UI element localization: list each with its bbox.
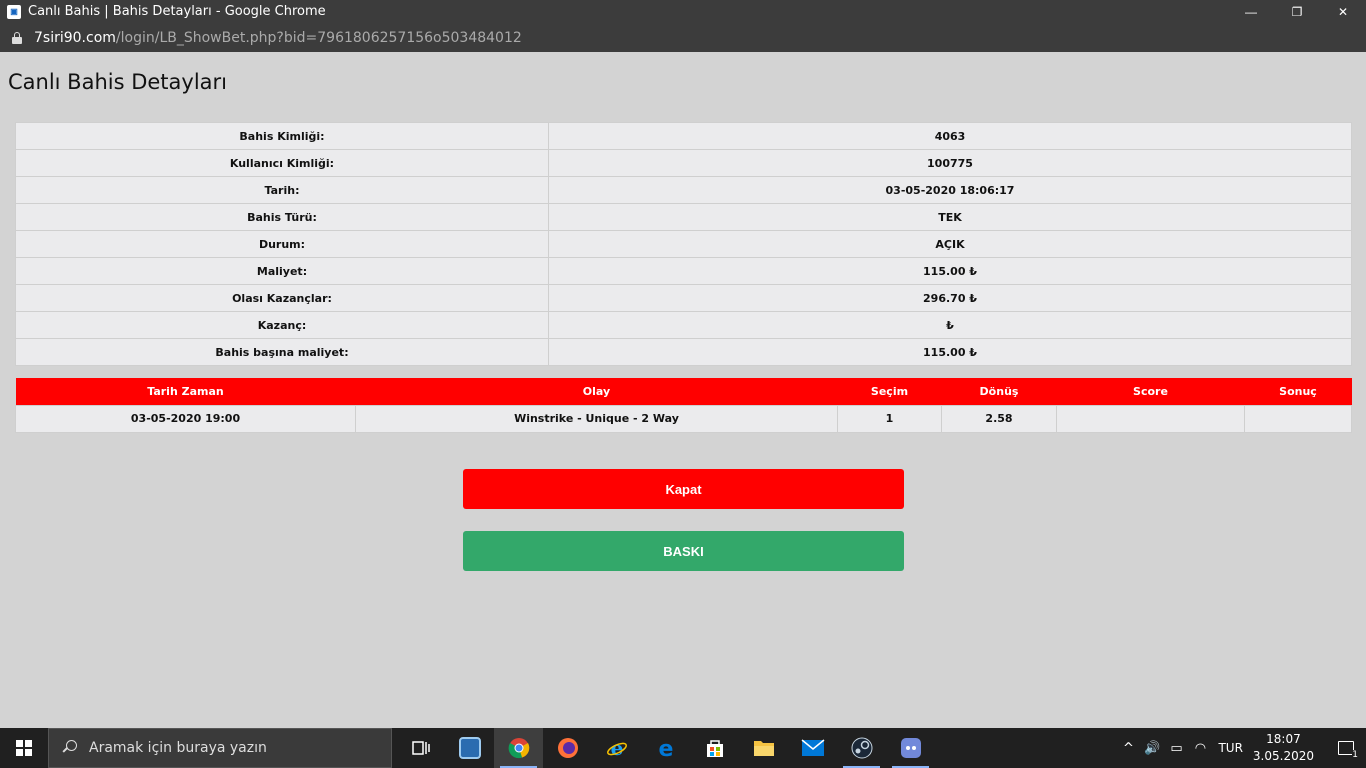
detail-row: Maliyet: 115.00 ₺ <box>15 257 1352 285</box>
page-title: Canlı Bahis Detayları <box>8 70 228 94</box>
print-button[interactable]: BASKI <box>463 531 904 571</box>
detail-label: Olası Kazançlar: <box>15 284 549 312</box>
detail-row: Kullanıcı Kimliği: 100775 <box>15 149 1352 177</box>
detail-row: Tarih: 03-05-2020 18:06:17 <box>15 176 1352 204</box>
detail-label: Bahis başına maliyet: <box>15 338 549 366</box>
detail-label: Bahis Türü: <box>15 203 549 231</box>
event-row: 03-05-2020 19:00 Winstrike - Unique - 2 W… <box>15 404 1352 433</box>
detail-row: Kazanç: ₺ <box>15 311 1352 339</box>
event-name: Winstrike - Unique - 2 Way <box>355 404 838 433</box>
clock-time: 18:07 <box>1266 732 1301 746</box>
window-title: Canlı Bahis | Bahis Detayları - Google C… <box>28 4 326 19</box>
minimize-button[interactable]: — <box>1228 0 1274 23</box>
header-sonuc: Sonuç <box>1244 378 1352 405</box>
event-score <box>1056 404 1245 433</box>
header-olay: Olay <box>355 378 838 405</box>
detail-value: 115.00 ₺ <box>548 338 1352 366</box>
detail-row: Bahis Türü: TEK <box>15 203 1352 231</box>
browser-title-bar: ▣ Canlı Bahis | Bahis Detayları - Google… <box>0 0 1366 23</box>
svg-text:e: e <box>658 737 673 759</box>
detail-row: Bahis Kimliği: 4063 <box>15 122 1352 150</box>
notification-center-icon[interactable]: 1 <box>1326 728 1366 768</box>
mail-icon[interactable] <box>788 728 837 768</box>
svg-text:e: e <box>610 737 623 759</box>
detail-label: Maliyet: <box>15 257 549 285</box>
header-score: Score <box>1056 378 1245 405</box>
search-icon <box>62 740 79 756</box>
bet-details-table: Bahis Kimliği: 4063 Kullanıcı Kimliği: 1007… <box>15 122 1352 366</box>
tray-overflow-chevron-icon[interactable]: ^ <box>1116 741 1140 756</box>
events-header-row: Tarih Zaman Olay Seçim Dönüş Score Sonuç <box>15 378 1352 405</box>
bet-events-table: Tarih Zaman Olay Seçim Dönüş Score Sonuç… <box>15 378 1352 433</box>
close-window-button[interactable]: ✕ <box>1320 0 1366 23</box>
detail-value: 115.00 ₺ <box>548 257 1352 285</box>
header-secim: Seçim <box>837 378 942 405</box>
taskbar: Aramak için buraya yazın e e ^ 🔊 ▭ ◠ TUR… <box>0 728 1366 768</box>
task-view-icon[interactable] <box>396 728 445 768</box>
volume-icon[interactable]: 🔊 <box>1140 741 1164 756</box>
detail-label: Durum: <box>15 230 549 258</box>
start-button[interactable] <box>0 728 48 768</box>
detail-row: Bahis başına maliyet: 115.00 ₺ <box>15 338 1352 366</box>
detail-label: Bahis Kimliği: <box>15 122 549 150</box>
clock-date: 3.05.2020 <box>1252 749 1314 763</box>
clock[interactable]: 18:07 3.05.2020 <box>1253 731 1314 765</box>
detail-row: Olası Kazançlar: 296.70 ₺ <box>15 284 1352 312</box>
event-selection: 1 <box>837 404 942 433</box>
steam-icon[interactable] <box>837 728 886 768</box>
edge-icon[interactable]: e <box>641 728 690 768</box>
url-text[interactable]: 7siri90.com/login/LB_ShowBet.php?bid=796… <box>34 30 522 46</box>
detail-value: 296.70 ₺ <box>548 284 1352 312</box>
taskbar-apps: e e <box>396 728 935 768</box>
detail-label: Kullanıcı Kimliği: <box>15 149 549 177</box>
detail-value: 100775 <box>548 149 1352 177</box>
windows-logo-icon <box>16 740 32 756</box>
wifi-icon[interactable]: ◠ <box>1188 741 1212 756</box>
detail-value: 03-05-2020 18:06:17 <box>548 176 1352 204</box>
detail-value: TEK <box>548 203 1352 231</box>
url-path: /login/LB_ShowBet.php?bid=7961806257156o… <box>115 29 522 46</box>
notification-count: 1 <box>1352 750 1358 760</box>
chrome-icon[interactable] <box>494 728 543 768</box>
outlook-icon[interactable] <box>445 728 494 768</box>
detail-value: 4063 <box>548 122 1352 150</box>
event-odds: 2.58 <box>941 404 1057 433</box>
event-datetime: 03-05-2020 19:00 <box>15 404 356 433</box>
event-result <box>1244 404 1352 433</box>
battery-icon[interactable]: ▭ <box>1164 741 1188 756</box>
internet-explorer-icon[interactable]: e <box>592 728 641 768</box>
lock-icon[interactable] <box>12 31 22 44</box>
discord-icon[interactable] <box>886 728 935 768</box>
language-indicator[interactable]: TUR <box>1218 741 1242 755</box>
detail-label: Kazanç: <box>15 311 549 339</box>
close-button[interactable]: Kapat <box>463 469 904 509</box>
window-controls: — ❐ ✕ <box>1228 0 1366 23</box>
url-host: 7siri90.com <box>34 29 116 46</box>
store-icon[interactable] <box>690 728 739 768</box>
detail-value: AÇIK <box>548 230 1352 258</box>
header-donus: Dönüş <box>941 378 1057 405</box>
search-placeholder: Aramak için buraya yazın <box>89 740 267 756</box>
detail-value: ₺ <box>548 311 1352 339</box>
firefox-icon[interactable] <box>543 728 592 768</box>
taskbar-search[interactable]: Aramak için buraya yazın <box>48 728 392 768</box>
detail-row: Durum: AÇIK <box>15 230 1352 258</box>
header-tarih-zaman: Tarih Zaman <box>15 378 356 405</box>
address-bar[interactable]: 7siri90.com/login/LB_ShowBet.php?bid=796… <box>0 23 1366 52</box>
detail-label: Tarih: <box>15 176 549 204</box>
file-explorer-icon[interactable] <box>739 728 788 768</box>
site-favicon-icon: ▣ <box>7 4 21 19</box>
system-tray: ^ 🔊 ▭ ◠ TUR 18:07 3.05.2020 1 <box>1116 728 1366 768</box>
page-content: Canlı Bahis Detayları Bahis Kimliği: 4063… <box>0 52 1366 728</box>
restore-button[interactable]: ❐ <box>1274 0 1320 23</box>
